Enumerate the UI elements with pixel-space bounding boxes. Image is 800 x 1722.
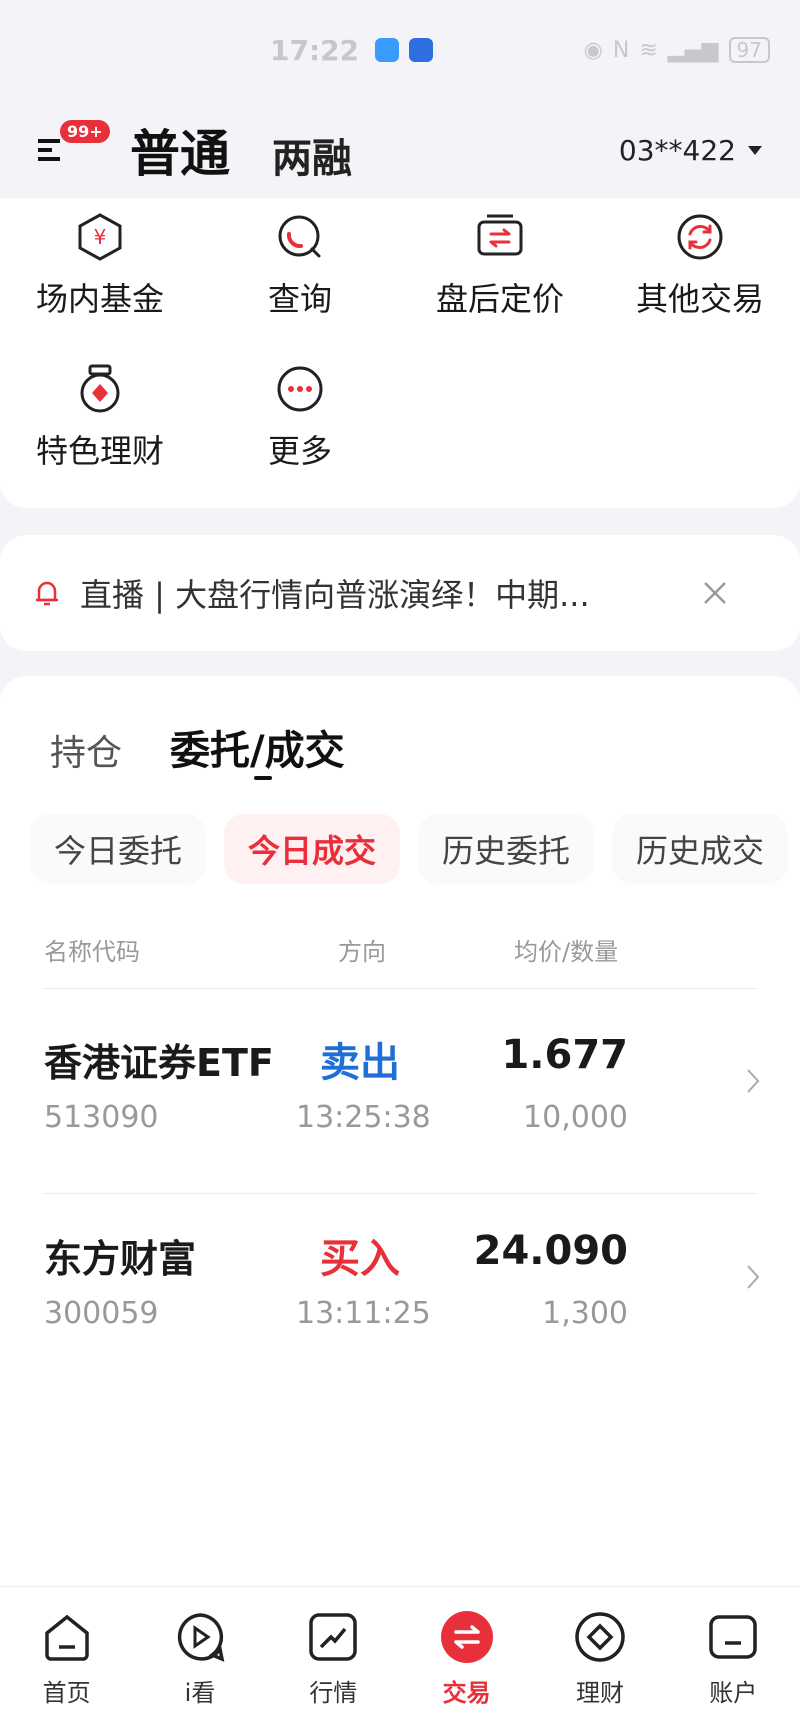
nav-label: 交易 (442, 1679, 491, 1707)
tab-orders-trades[interactable]: 委托/成交 (170, 718, 345, 780)
chat-app-icon (375, 38, 400, 62)
bell-icon (36, 581, 58, 606)
trend-chart-icon (309, 1613, 358, 1661)
active-tab-indicator (254, 776, 273, 780)
table-row[interactable]: 香港证券ETF 513090 卖出 13:25:38 1.677 10,000 (0, 1006, 800, 1166)
medal-icon (80, 364, 120, 413)
tab-orders-trades-label: 委托/成交 (170, 728, 345, 774)
trade-quantity: 10,000 (523, 1100, 628, 1135)
nav-label: 首页 (42, 1679, 91, 1707)
svg-text:¥: ¥ (94, 225, 107, 249)
subtab-today-trades[interactable]: 今日成交 (224, 814, 401, 884)
security-code: 300059 (44, 1296, 159, 1331)
bottom-navigation: 首页 i看 行情 交易 理财 账户 (0, 1586, 800, 1722)
security-name: 香港证券ETF (44, 1041, 274, 1085)
nav-finance[interactable]: 理财 (533, 1587, 666, 1722)
refresh-circle-icon (677, 214, 723, 260)
eye-icon: ◉ (583, 37, 603, 63)
status-icons: ◉ N ≋ ▂▄▆ 97 (584, 37, 770, 63)
tab-normal[interactable]: 普通 (130, 114, 230, 186)
status-bar: 17:22 ◉ N ≋ ▂▄▆ 97 (0, 0, 800, 100)
table-row[interactable]: 东方财富 300059 买入 13:11:25 24.090 1,300 (0, 1202, 800, 1362)
exchange-card-icon (477, 214, 523, 256)
nav-label: 账户 (709, 1679, 758, 1707)
orders-panel: 持仓 委托/成交 今日委托 今日成交 历史委托 历史成交 名称代码 方向 均价/… (0, 676, 800, 1586)
order-sub-tabs: 今日委托 今日成交 历史委托 历史成交 (30, 814, 789, 884)
account-selector[interactable]: 03**422 (619, 134, 762, 167)
tab-positions[interactable]: 持仓 (50, 724, 122, 776)
yuan-hexagon-icon: ¥ (78, 213, 122, 261)
nav-market[interactable]: 行情 (267, 1587, 400, 1722)
nav-home[interactable]: 首页 (0, 1587, 133, 1722)
account-number: 03**422 (618, 133, 736, 167)
chevron-right-icon (747, 1069, 760, 1093)
shortcut-other-trade[interactable]: 其他交易 (600, 212, 800, 320)
subtab-history-orders[interactable]: 历史委托 (418, 814, 595, 884)
search-icon (278, 215, 321, 258)
security-name: 东方财富 (44, 1237, 197, 1281)
home-icon (44, 1614, 89, 1661)
column-header-direction: 方向 (338, 938, 386, 966)
avg-price: 1.677 (501, 1032, 628, 1078)
subtab-history-trades[interactable]: 历史成交 (612, 814, 789, 884)
shortcut-label: 查询 (267, 280, 332, 318)
battery-icon: 97 (728, 37, 770, 63)
nav-label: i看 (184, 1679, 216, 1707)
wifi-icon: ≋ (639, 37, 658, 63)
shortcut-query[interactable]: 查询 (200, 212, 400, 320)
notification-badge: 99+ (60, 120, 110, 143)
more-dots-icon (277, 366, 323, 412)
trade-direction: 买入 (320, 1236, 400, 1282)
notice-text: 直播 | 大盘行情向普涨演绎！中期... (80, 576, 590, 614)
close-icon[interactable] (702, 580, 728, 606)
position-order-tabs: 持仓 委托/成交 (50, 718, 345, 780)
trade-time: 13:11:25 (296, 1296, 431, 1331)
header: 99+ 普通 两融 03**422 (0, 100, 800, 200)
menu-button[interactable]: 99+ (38, 120, 110, 170)
trade-exchange-icon (440, 1611, 493, 1663)
trade-direction: 卖出 (320, 1040, 400, 1086)
browser-app-icon (409, 38, 434, 62)
status-time: 17:22 (270, 33, 360, 67)
trade-time: 13:25:38 (296, 1100, 431, 1135)
diamond-coin-icon (575, 1612, 625, 1662)
shortcut-label: 盘后定价 (435, 280, 564, 318)
tab-margin[interactable]: 两融 (272, 116, 352, 184)
play-chat-icon (177, 1613, 225, 1662)
trade-quantity: 1,300 (542, 1296, 628, 1331)
nfc-icon: N (612, 37, 630, 63)
shortcut-grid: ¥ 场内基金 查询 盘后定价 其他交易 特色理财 更多 (0, 198, 800, 508)
shortcut-featured-finance[interactable]: 特色理财 (0, 364, 200, 472)
live-notice-banner[interactable]: 直播 | 大盘行情向普涨演绎！中期... (0, 535, 800, 651)
signal-icon: ▂▄▆ (667, 37, 719, 63)
column-header-price-qty: 均价/数量 (514, 938, 619, 966)
chevron-right-icon (747, 1265, 760, 1289)
row-divider (42, 1193, 758, 1194)
shortcut-afterhours-pricing[interactable]: 盘后定价 (400, 212, 600, 320)
avg-price: 24.090 (473, 1228, 628, 1274)
shortcut-label: 场内基金 (35, 280, 164, 318)
shortcut-more[interactable]: 更多 (200, 364, 400, 472)
nav-label: 理财 (575, 1679, 624, 1707)
shortcut-label: 更多 (267, 432, 332, 470)
shortcut-onexchange-fund[interactable]: ¥ 场内基金 (0, 212, 200, 320)
security-code: 513090 (44, 1100, 159, 1135)
shortcut-label: 其他交易 (635, 280, 764, 318)
nav-account[interactable]: 账户 (667, 1587, 800, 1722)
shortcut-label: 特色理财 (35, 432, 164, 470)
column-header-name: 名称代码 (44, 938, 140, 966)
subtab-today-orders[interactable]: 今日委托 (30, 814, 207, 884)
nav-trade[interactable]: 交易 (400, 1587, 533, 1722)
nav-label: 行情 (309, 1679, 358, 1707)
caret-down-icon (748, 145, 762, 155)
header-divider (42, 988, 758, 989)
nav-iwatch[interactable]: i看 (133, 1587, 266, 1722)
account-card-icon (709, 1615, 758, 1659)
